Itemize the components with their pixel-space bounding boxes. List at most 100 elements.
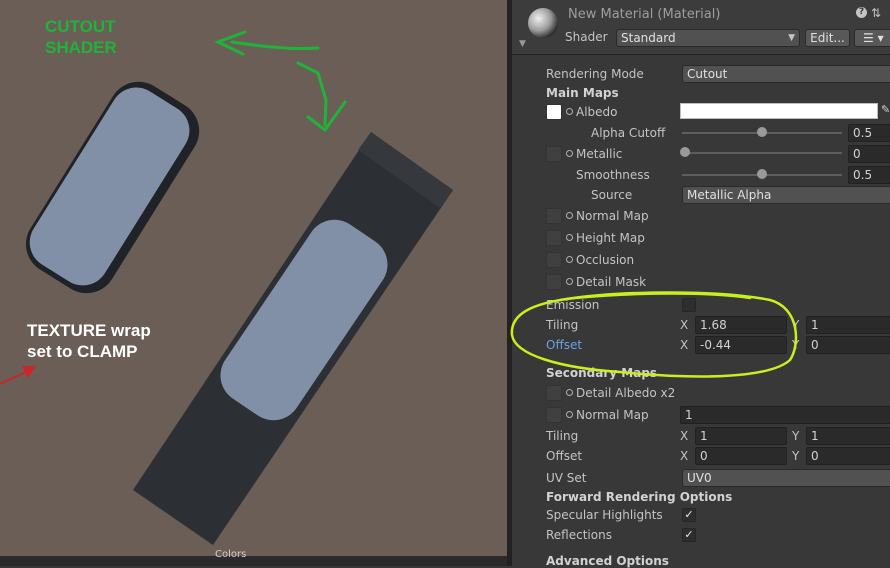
- shader-label: Shader: [565, 30, 608, 44]
- texture-wrap-annotation: TEXTURE wrap set to CLAMP: [27, 320, 151, 362]
- metallic-texture-slot[interactable]: [546, 146, 562, 162]
- detail-albedo-label: Detail Albedo x2: [576, 386, 676, 400]
- tiling-x-field[interactable]: 1.68: [695, 316, 787, 334]
- specular-highlights-checkbox[interactable]: ✓: [682, 508, 696, 522]
- albedo-texture-slot[interactable]: [546, 104, 562, 120]
- texture-picker-dot-icon[interactable]: [566, 212, 573, 219]
- inspector-header: ▼ New Material (Material) ? ⇅ Shader Sta…: [512, 0, 890, 55]
- secondary-normal-map-label: Normal Map: [576, 408, 649, 422]
- material-title: New Material (Material): [568, 7, 721, 22]
- texture-picker-dot-icon[interactable]: [566, 234, 573, 241]
- metallic-slider-track[interactable]: [682, 152, 842, 154]
- rendering-mode-value: Cutout: [687, 67, 728, 81]
- detail-mask-label: Detail Mask: [576, 275, 647, 289]
- secondary-tiling-label: Tiling: [546, 429, 579, 443]
- alpha-cutoff-field[interactable]: 0.5: [848, 124, 890, 142]
- uv-set-dropdown[interactable]: UV0 ▼: [682, 469, 890, 487]
- rendering-mode-label: Rendering Mode: [546, 67, 644, 81]
- texture-picker-dot-icon[interactable]: [566, 256, 573, 263]
- alpha-cutoff-slider-knob[interactable]: [757, 127, 767, 137]
- source-value: Metallic Alpha: [687, 188, 772, 202]
- source-label: Source: [591, 188, 633, 202]
- edit-shader-button[interactable]: Edit...: [805, 29, 850, 47]
- texture-line-1: TEXTURE wrap: [27, 321, 151, 340]
- normal-map-label: Normal Map: [576, 209, 649, 223]
- tiling-x-axis-label: X: [680, 318, 689, 332]
- cutout-shader-annotation: CUTOUT SHADER: [45, 16, 117, 58]
- smoothness-slider-knob[interactable]: [757, 169, 767, 179]
- secondary-offset-x-axis-label: X: [680, 449, 689, 463]
- chevron-down-icon: ▼: [788, 33, 795, 43]
- secondary-offset-y-field[interactable]: 0: [806, 447, 890, 465]
- reflections-label: Reflections: [546, 528, 612, 542]
- texture-line-2: set to CLAMP: [27, 342, 138, 361]
- texture-picker-dot-icon[interactable]: [566, 150, 573, 157]
- secondary-tiling-y-field[interactable]: 1: [806, 427, 890, 445]
- tiling-y-axis-label: Y: [792, 318, 800, 332]
- secondary-normal-texture-slot[interactable]: [546, 407, 562, 423]
- metallic-slider-knob[interactable]: [680, 147, 690, 157]
- secondary-tiling-y-axis-label: Y: [792, 429, 800, 443]
- secondary-offset-y-axis-label: Y: [792, 449, 800, 463]
- cutout-line-1: CUTOUT: [45, 17, 116, 36]
- scene-canvas: [0, 30, 453, 545]
- height-map-label: Height Map: [576, 231, 645, 245]
- texture-picker-dot-icon[interactable]: [566, 108, 573, 115]
- shader-dropdown[interactable]: Standard ▼: [616, 29, 800, 47]
- reflections-checkbox[interactable]: ✓: [682, 528, 696, 542]
- smoothness-field[interactable]: 0.5: [848, 166, 890, 184]
- texture-picker-dot-icon[interactable]: [566, 411, 573, 418]
- emission-label: Emission: [546, 298, 600, 312]
- detail-mask-texture-slot[interactable]: [546, 274, 562, 290]
- help-icon[interactable]: ?: [856, 7, 867, 18]
- albedo-label: Albedo: [576, 105, 618, 119]
- main-maps-header: Main Maps: [546, 86, 619, 100]
- height-map-texture-slot[interactable]: [546, 230, 562, 246]
- rendering-mode-dropdown[interactable]: Cutout ▼: [682, 65, 890, 83]
- detail-albedo-texture-slot[interactable]: [546, 385, 562, 401]
- metallic-label: Metallic: [576, 147, 623, 161]
- metallic-field[interactable]: 0: [848, 145, 890, 163]
- shader-value: Standard: [621, 31, 676, 45]
- foldout-arrow-icon[interactable]: ▼: [519, 39, 526, 49]
- green-arrow-drawing: [214, 30, 347, 133]
- occlusion-texture-slot[interactable]: [546, 252, 562, 268]
- tiling-label: Tiling: [546, 318, 579, 332]
- secondary-maps-header: Secondary Maps: [546, 366, 658, 380]
- tiling-y-field[interactable]: 1: [806, 316, 890, 334]
- offset-y-axis-label: Y: [792, 338, 800, 352]
- texture-picker-dot-icon[interactable]: [566, 389, 573, 396]
- smoothness-label: Smoothness: [576, 168, 650, 182]
- secondary-tiling-x-axis-label: X: [680, 429, 689, 443]
- cutout-line-2: SHADER: [45, 38, 117, 57]
- secondary-normal-scale-field[interactable]: 1: [680, 406, 890, 424]
- source-dropdown[interactable]: Metallic Alpha ▼: [682, 186, 890, 204]
- shader-options-button[interactable]: ☰ ▾: [854, 29, 890, 47]
- specular-highlights-label: Specular Highlights: [546, 508, 663, 522]
- scene-bottom-bar: Colors: [0, 549, 507, 566]
- scene-view[interactable]: CUTOUT SHADER TEXTURE wrap set to CLAMP …: [0, 0, 507, 566]
- material-inspector: ▼ New Material (Material) ? ⇅ Shader Sta…: [512, 0, 890, 568]
- settings-icon[interactable]: ⇅: [871, 6, 881, 20]
- emission-checkbox[interactable]: [682, 298, 696, 312]
- alpha-cutoff-label: Alpha Cutoff: [591, 126, 666, 140]
- eyedropper-icon[interactable]: ✎: [881, 103, 890, 116]
- secondary-offset-x-field[interactable]: 0: [695, 447, 787, 465]
- albedo-color-field[interactable]: [680, 103, 878, 119]
- offset-x-field[interactable]: -0.44: [695, 336, 787, 354]
- occlusion-label: Occlusion: [576, 253, 635, 267]
- secondary-tiling-x-field[interactable]: 1: [695, 427, 787, 445]
- offset-y-field[interactable]: 0: [806, 336, 890, 354]
- uv-set-value: UV0: [687, 471, 712, 485]
- offset-x-axis-label: X: [680, 338, 689, 352]
- texture-picker-dot-icon[interactable]: [566, 278, 573, 285]
- material-sphere-icon: [528, 8, 558, 38]
- uv-set-label: UV Set: [546, 471, 587, 485]
- forward-rendering-header: Forward Rendering Options: [546, 490, 733, 504]
- red-arrow-icon: [0, 366, 36, 385]
- dark-quad[interactable]: [133, 132, 453, 545]
- normal-map-texture-slot[interactable]: [546, 208, 562, 224]
- cutout-object-left[interactable]: [15, 70, 211, 304]
- offset-label: Offset: [546, 338, 583, 352]
- colors-label: Colors: [215, 549, 247, 560]
